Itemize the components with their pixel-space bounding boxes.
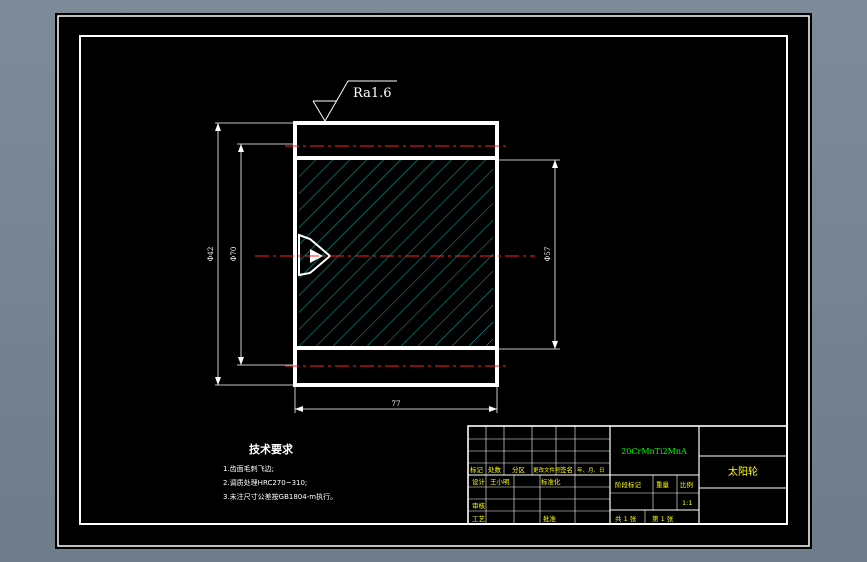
tb-header-date: 年、月、日: [577, 466, 605, 474]
tech-note-3: 3.未注尺寸公差按GB1804-m执行。: [223, 492, 337, 501]
drawing-canvas: Φ42 Φ70 Φ57 77 Ra1.6 技术要求 1.齿面毛刺飞边; 2.调质…: [57, 15, 810, 547]
tb-material: 20CrMnTi2MnA: [621, 447, 687, 456]
tech-note-2: 2.调质处理HRC270~310;: [223, 478, 307, 487]
part-section: [293, 121, 499, 387]
tb-stage-label: 阶段标记: [615, 480, 642, 489]
tb-process-label: 工艺: [472, 515, 486, 523]
tb-part-name: 太阳轮: [728, 465, 758, 478]
tb-sheet-total: 共 1 张: [615, 514, 637, 523]
tb-weight-label: 重量: [656, 481, 670, 489]
tb-approve-label: 批准: [543, 514, 557, 523]
tb-scale-label: 比例: [680, 480, 693, 489]
tb-standard-label: 标准化: [541, 477, 561, 486]
tech-note-1: 1.齿面毛刺飞边;: [223, 464, 274, 473]
dim-length: 77: [392, 400, 401, 408]
tb-header-count: 处数: [488, 465, 502, 474]
tech-requirements-title: 技术要求: [249, 442, 294, 456]
tb-sheet-no: 第 1 张: [652, 514, 674, 523]
tb-header-mark: 标记: [470, 465, 484, 474]
tb-header-sign: 签名: [560, 465, 573, 474]
tb-header-zone: 分区: [512, 465, 526, 474]
dim-inner-dia: Φ70: [230, 247, 238, 262]
cad-viewport[interactable]: Φ42 Φ70 Φ57 77 Ra1.6 技术要求 1.齿面毛刺飞边; 2.调质…: [55, 13, 812, 549]
tb-check-label: 审核: [472, 501, 486, 510]
tb-scale-value: 1:1: [682, 499, 692, 507]
tb-header-change-doc: 更改文件号: [533, 466, 561, 474]
roughness-label: Ra1.6: [353, 86, 392, 101]
dim-bore-dia: Φ57: [544, 247, 552, 262]
tb-design-label: 设计: [472, 477, 486, 486]
dim-outer-dia: Φ42: [207, 247, 215, 262]
tb-designer: 王小明: [490, 477, 510, 486]
